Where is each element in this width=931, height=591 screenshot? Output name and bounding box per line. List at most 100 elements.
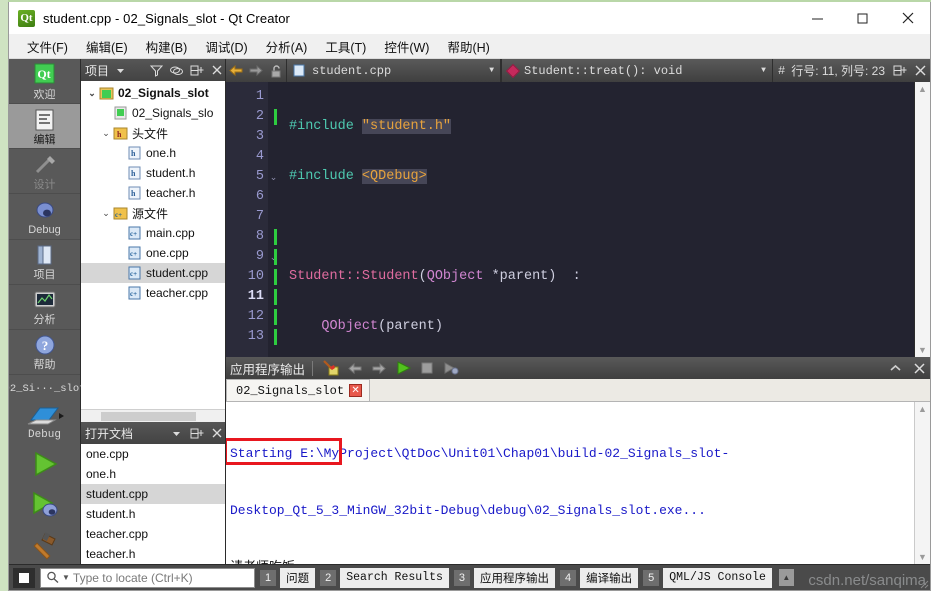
code-editor[interactable]: 1 2 3 4 5 6 7 8 9 10 11 12 13 ⌄ #include… (226, 82, 930, 358)
close-icon[interactable] (208, 425, 225, 442)
list-item[interactable]: teacher.cpp (81, 524, 225, 544)
scroll-up-icon[interactable]: ▲ (918, 404, 927, 414)
maximize-button[interactable] (840, 2, 885, 34)
mode-welcome[interactable]: Qt 欢迎 (9, 59, 80, 105)
scroll-down-icon[interactable]: ▼ (918, 552, 927, 562)
tree-row-project[interactable]: ⌄ 02_Signals_slot (81, 83, 225, 103)
chevron-up-icon[interactable] (884, 357, 906, 379)
menu-file[interactable]: 文件(F) (18, 34, 77, 59)
split-icon[interactable] (188, 425, 205, 442)
scroll-down-icon[interactable]: ▼ (918, 345, 927, 355)
attach-debugger-icon[interactable] (440, 357, 462, 379)
mode-projects[interactable]: 项目 (9, 240, 80, 285)
tree-row-headers-folder[interactable]: ⌄ h 头文件 (81, 123, 225, 143)
close-icon[interactable]: ✕ (349, 384, 363, 398)
status-tab-search-results[interactable]: 2 Search Results (320, 567, 449, 588)
chevron-down-icon[interactable]: ⌄ (85, 88, 99, 99)
status-tab-issues[interactable]: 1 问题 (260, 567, 316, 588)
tree-row-pro-file[interactable]: 02_Signals_slo (81, 103, 225, 123)
link-icon[interactable] (168, 62, 185, 79)
chevron-down-icon[interactable] (112, 62, 129, 79)
run-button[interactable] (28, 449, 62, 482)
filter-icon[interactable] (148, 62, 165, 79)
chevron-down-icon[interactable]: ▼ (761, 66, 766, 75)
unlock-icon[interactable] (266, 59, 286, 82)
tree-row-student-cpp[interactable]: c+ student.cpp (81, 263, 225, 283)
stop-square-icon[interactable] (416, 357, 438, 379)
tree-row-sources-folder[interactable]: ⌄ c+ 源文件 (81, 203, 225, 223)
menu-debug[interactable]: 调试(D) (196, 34, 256, 59)
project-tree-hscrollbar[interactable] (81, 409, 225, 422)
next-arrow-icon[interactable] (368, 357, 390, 379)
mode-debug[interactable]: Debug (9, 194, 80, 240)
chevron-down-icon[interactable]: ▼ (62, 573, 70, 582)
menu-build[interactable]: 构建(B) (137, 34, 197, 59)
chevron-down-icon[interactable]: ⌄ (268, 167, 279, 187)
chevron-down-icon[interactable]: ⌄ (99, 208, 113, 219)
split-icon[interactable] (890, 59, 910, 82)
output-tab[interactable]: 02_Signals_slot ✕ (226, 379, 371, 402)
chevron-down-icon[interactable] (168, 425, 185, 442)
project-tree[interactable]: ⌄ 02_Signals_slot 02_Signals_slo ⌄ h 头文件 (81, 81, 225, 409)
list-item[interactable]: teacher.h (81, 544, 225, 564)
status-tab-number: 4 (560, 569, 577, 586)
kit-build-label: Debug (27, 428, 61, 441)
prev-arrow-icon[interactable] (344, 357, 366, 379)
code-text-area[interactable]: #include "student.h" #include <QDebug> S… (279, 82, 914, 357)
run-play-icon[interactable] (392, 357, 414, 379)
tree-row-teacher-cpp[interactable]: c+ teacher.cpp (81, 283, 225, 303)
resize-grip-icon[interactable] (917, 577, 929, 589)
mode-analyze[interactable]: 分析 (9, 285, 80, 330)
list-item[interactable]: one.h (81, 464, 225, 484)
split-icon[interactable] (188, 62, 205, 79)
status-tab-qml-console[interactable]: 5 QML/JS Console (643, 567, 772, 588)
list-item[interactable]: student.h (81, 504, 225, 524)
toggle-sidebar-button[interactable] (13, 567, 35, 588)
mode-design[interactable]: 设计 (9, 149, 80, 195)
close-button[interactable] (885, 2, 930, 34)
clear-broom-icon[interactable] (320, 357, 342, 379)
close-icon[interactable] (908, 357, 930, 379)
tree-row-student-h[interactable]: h student.h (81, 163, 225, 183)
forward-arrow-icon[interactable] (246, 59, 266, 82)
chevron-down-icon[interactable]: ▼ (489, 66, 494, 75)
tree-row-one-cpp[interactable]: c+ one.cpp (81, 243, 225, 263)
menu-help[interactable]: 帮助(H) (438, 34, 498, 59)
menu-analyze[interactable]: 分析(A) (257, 34, 317, 59)
status-tab-application-output[interactable]: 3 应用程序输出 (453, 567, 555, 588)
status-scroll-up-icon[interactable]: ▲ (778, 569, 794, 586)
file-selector-combo[interactable]: student.cpp ▼ (286, 59, 501, 82)
kit-selector-button[interactable]: Debug (25, 403, 65, 441)
desktop-background: Qt student.cpp - 02_Signals_slot - Qt Cr… (0, 0, 931, 591)
output-pane-title: 应用程序输出 (230, 362, 306, 377)
scroll-up-icon[interactable]: ▲ (918, 84, 927, 94)
list-item[interactable]: one.cpp (81, 444, 225, 464)
build-button[interactable] (28, 531, 62, 564)
close-icon[interactable] (910, 59, 930, 82)
menu-tools[interactable]: 工具(T) (316, 34, 375, 59)
close-icon[interactable] (208, 62, 225, 79)
symbol-selector-combo[interactable]: Student::treat(): void ▼ (501, 59, 773, 82)
cpp-file-icon: c+ (128, 286, 141, 300)
chevron-down-icon[interactable]: ⌄ (99, 128, 113, 139)
tree-row-main-cpp[interactable]: c+ main.cpp (81, 223, 225, 243)
minimize-button[interactable] (795, 2, 840, 34)
output-text[interactable]: Starting E:\MyProject\QtDoc\Unit01\Chap0… (226, 402, 914, 564)
tree-row-one-h[interactable]: h one.h (81, 143, 225, 163)
line-number: 10 (226, 267, 277, 287)
start-debugging-button[interactable] (28, 490, 62, 523)
open-documents-list[interactable]: one.cpp one.h student.cpp student.h teac… (81, 444, 225, 564)
editor-vertical-scrollbar[interactable]: ▲ ▼ (914, 82, 930, 358)
mode-help[interactable]: ? 帮助 (9, 330, 80, 375)
svg-text:Qt: Qt (37, 67, 50, 81)
output-vertical-scrollbar[interactable]: ▲ ▼ (914, 402, 930, 564)
back-arrow-icon[interactable] (226, 59, 246, 82)
output-pane-body: Starting E:\MyProject\QtDoc\Unit01\Chap0… (226, 402, 930, 564)
status-tab-compile-output[interactable]: 4 编译输出 (560, 567, 639, 588)
menu-edit[interactable]: 编辑(E) (77, 34, 137, 59)
mode-edit[interactable]: 编辑 (9, 104, 80, 150)
menu-window[interactable]: 控件(W) (375, 34, 438, 59)
tree-row-teacher-h[interactable]: h teacher.h (81, 183, 225, 203)
locator-input[interactable]: ▼ Type to locate (Ctrl+K) (40, 567, 255, 588)
list-item[interactable]: student.cpp (81, 484, 225, 504)
